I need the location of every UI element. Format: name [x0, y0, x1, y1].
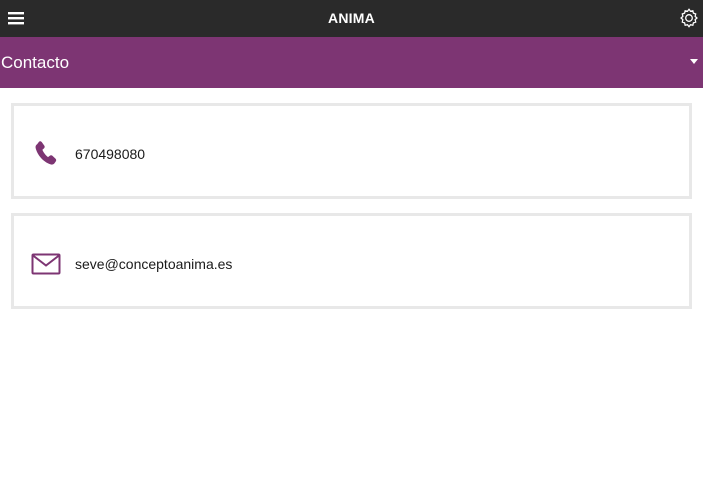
- phone-icon: [30, 138, 62, 170]
- email-contact-card[interactable]: seve@conceptoanima.es: [11, 213, 692, 309]
- phone-number: 670498080: [75, 146, 146, 162]
- phone-contact-card[interactable]: 670498080: [11, 103, 692, 199]
- app-title: ANIMA: [328, 10, 375, 26]
- top-app-bar: ANIMA: [0, 0, 703, 37]
- email-address: seve@conceptoanima.es: [75, 256, 233, 272]
- gear-icon[interactable]: [678, 7, 700, 29]
- section-title: Contacto: [1, 53, 70, 72]
- caret-down-icon: [690, 59, 698, 64]
- section-dropdown[interactable]: Contacto: [0, 37, 703, 88]
- envelope-icon: [30, 248, 62, 280]
